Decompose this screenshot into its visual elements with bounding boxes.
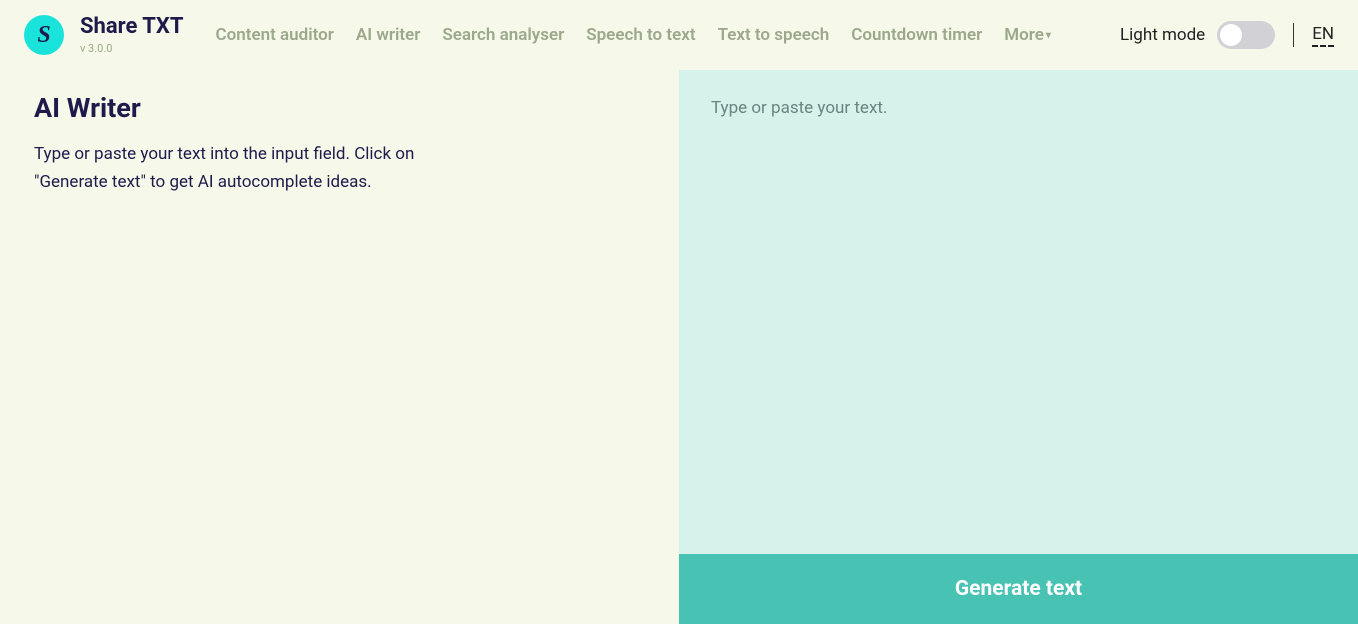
nav-speech-to-text[interactable]: Speech to text: [586, 25, 695, 45]
right-panel: Generate text: [679, 70, 1358, 624]
vertical-divider: [1293, 23, 1294, 47]
nav-content-auditor[interactable]: Content auditor: [216, 25, 334, 45]
nav-more[interactable]: More▾: [1004, 25, 1051, 45]
theme-toggle[interactable]: [1217, 21, 1275, 49]
app-version: v 3.0.0: [80, 42, 184, 55]
language-selector[interactable]: EN: [1312, 24, 1334, 47]
logo-icon: S: [24, 15, 64, 55]
main-nav: Content auditor AI writer Search analyse…: [216, 25, 1121, 45]
left-panel: AI Writer Type or paste your text into t…: [0, 70, 679, 624]
nav-search-analyser[interactable]: Search analyser: [442, 25, 564, 45]
page-description: Type or paste your text into the input f…: [34, 140, 454, 196]
logo-section[interactable]: S Share TXT v 3.0.0: [24, 15, 184, 55]
nav-more-label: More: [1004, 25, 1044, 45]
header-right-controls: Light mode EN: [1120, 21, 1334, 49]
logo-text-group: Share TXT v 3.0.0: [80, 15, 184, 54]
nav-countdown-timer[interactable]: Countdown timer: [851, 25, 982, 45]
page-title: AI Writer: [34, 92, 657, 124]
text-input[interactable]: [679, 70, 1358, 554]
nav-ai-writer[interactable]: AI writer: [356, 25, 421, 45]
generate-text-button[interactable]: Generate text: [679, 554, 1358, 624]
nav-text-to-speech[interactable]: Text to speech: [718, 25, 830, 45]
header: S Share TXT v 3.0.0 Content auditor AI w…: [0, 0, 1358, 70]
chevron-down-icon: ▾: [1046, 30, 1051, 41]
light-mode-label: Light mode: [1120, 25, 1205, 45]
logo-letter: S: [37, 22, 50, 49]
app-title: Share TXT: [80, 15, 184, 39]
toggle-knob: [1220, 24, 1242, 46]
main-content: AI Writer Type or paste your text into t…: [0, 70, 1358, 624]
